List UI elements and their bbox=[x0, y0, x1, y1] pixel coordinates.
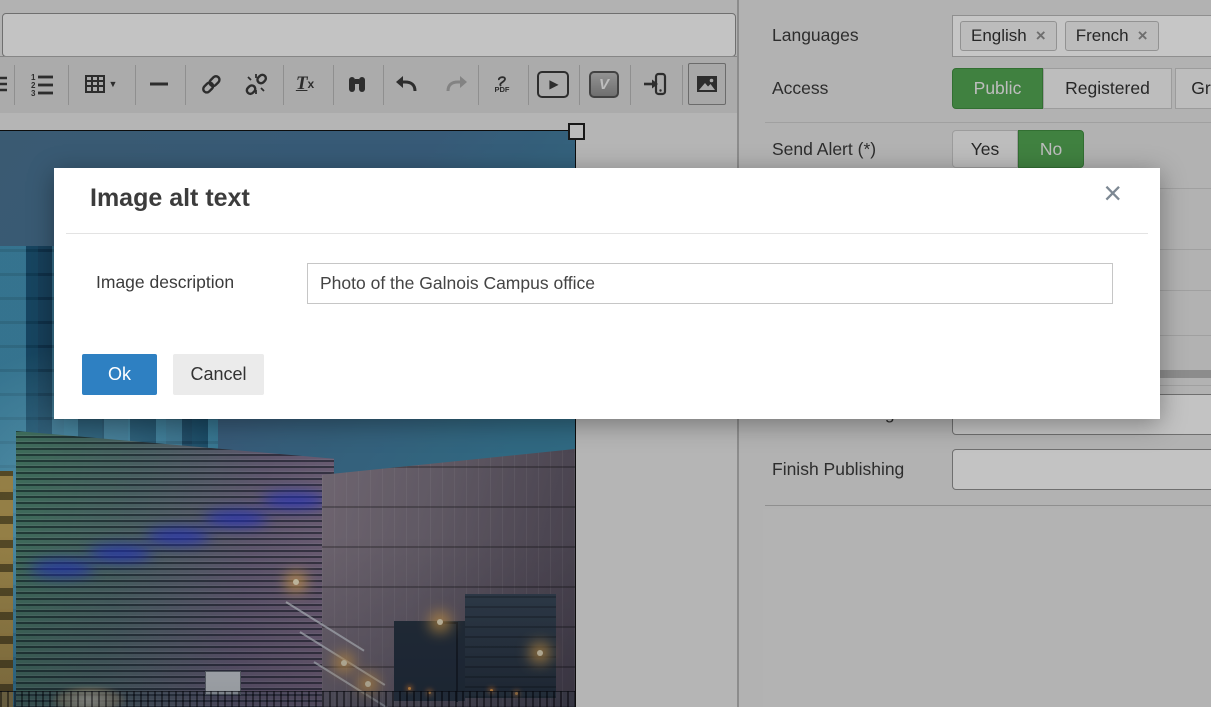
image-description-input[interactable] bbox=[307, 263, 1113, 304]
ok-button[interactable]: Ok bbox=[82, 354, 157, 395]
cancel-button[interactable]: Cancel bbox=[173, 354, 264, 395]
image-description-label: Image description bbox=[96, 272, 234, 293]
dialog-title-divider bbox=[66, 233, 1148, 234]
cms-editor-screen: 1 2 3 ▼ bbox=[0, 0, 1211, 707]
close-icon[interactable]: × bbox=[1097, 176, 1128, 210]
dialog-title: Image alt text bbox=[90, 184, 250, 213]
image-alt-text-dialog: Image alt text × Image description Ok Ca… bbox=[54, 168, 1160, 419]
